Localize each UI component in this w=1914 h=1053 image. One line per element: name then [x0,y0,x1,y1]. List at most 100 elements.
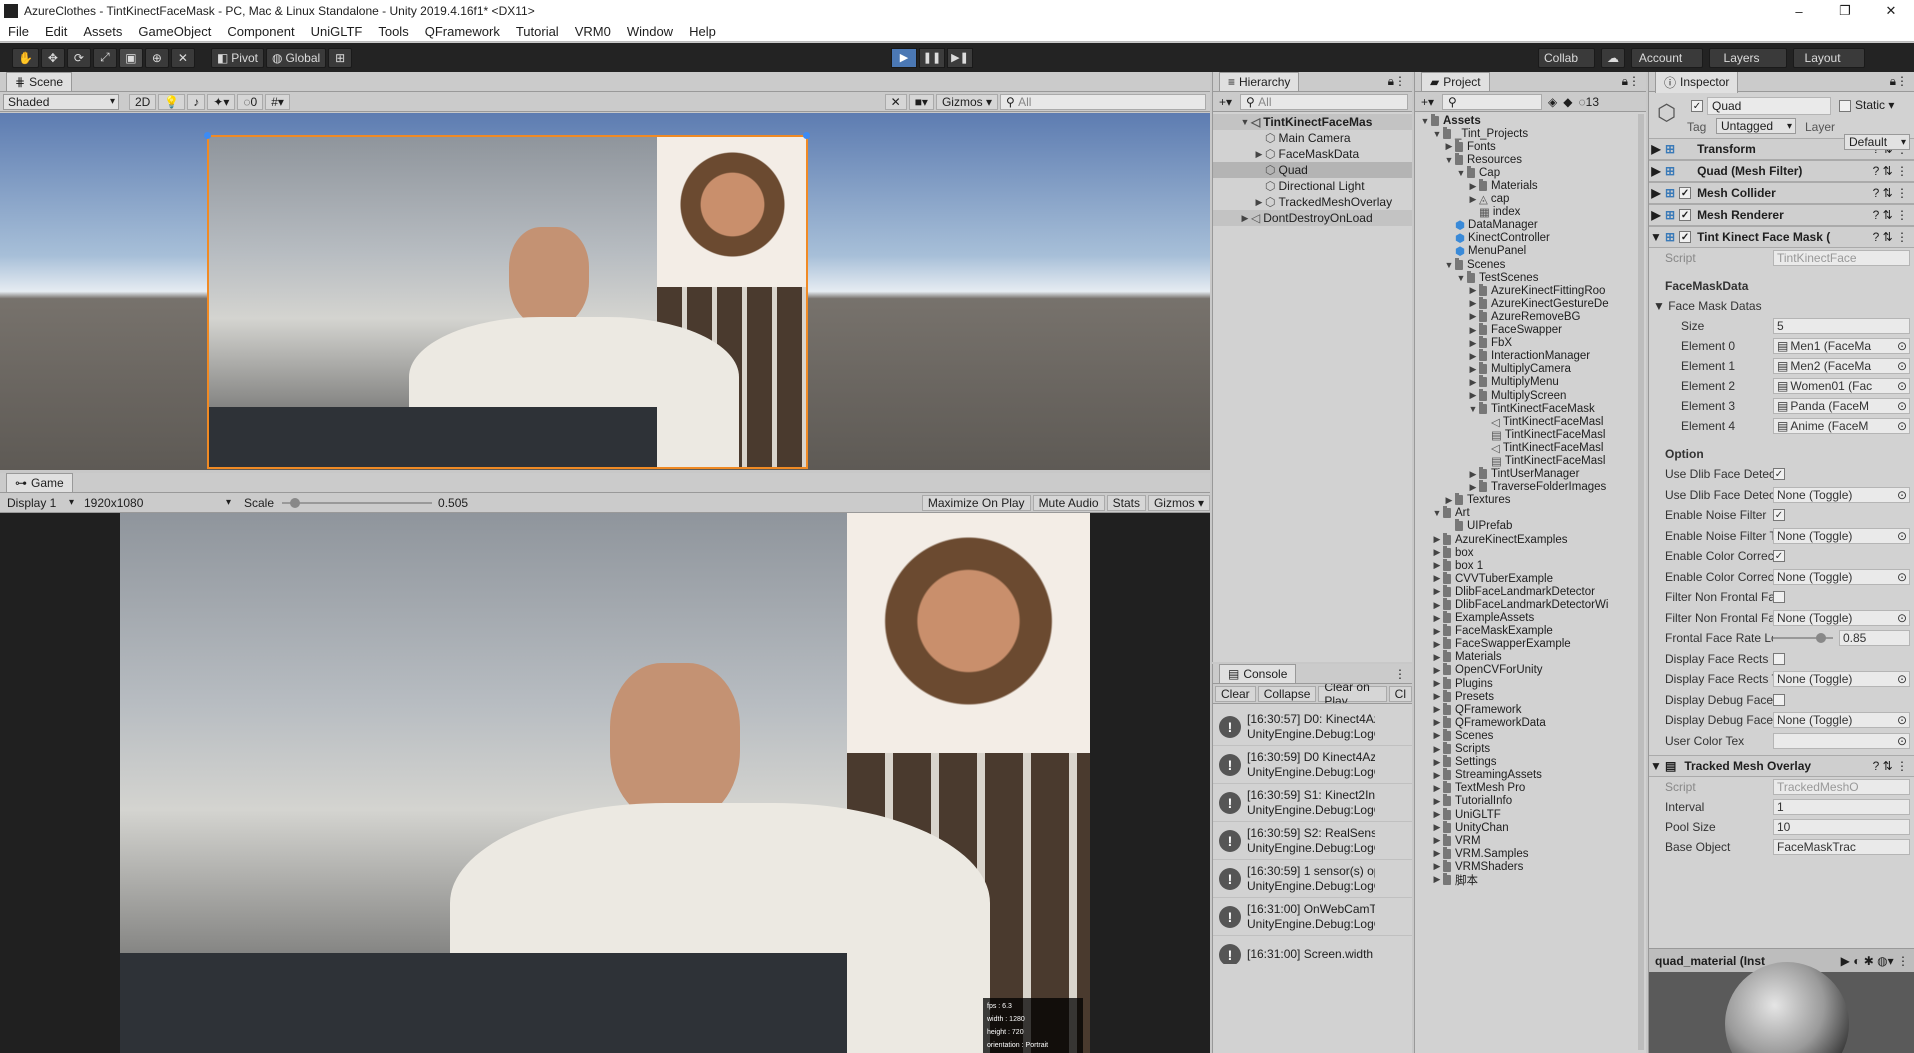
expand-arrow-icon[interactable]: ▼ [1431,129,1443,139]
filter-label-icon[interactable]: ◆ [1563,95,1572,109]
mute-audio-toggle[interactable]: Mute Audio [1032,494,1105,511]
tracked-field[interactable]: FaceMaskTrac [1773,839,1910,855]
minimize-button[interactable]: – [1776,0,1822,22]
2d-toggle[interactable]: 2D [129,93,157,110]
expand-arrow-icon[interactable]: ▶ [1467,482,1479,493]
more-icon[interactable]: ⋮ [1394,667,1406,681]
expand-arrow-icon[interactable]: ▶ [1467,194,1479,205]
project-item[interactable]: ▶ Scenes [1415,728,1646,742]
object-picker-icon[interactable]: ⊙ [1897,339,1907,353]
option-checkbox[interactable]: ✓ [1773,550,1785,563]
element-object-field[interactable]: ▤ Men2 (FaceMa ⊙ [1773,358,1910,374]
script-field[interactable]: TintKinectFace [1773,250,1910,266]
tracked-field[interactable]: 1 [1773,799,1910,815]
clear-on-build-toggle[interactable]: Cl [1388,685,1412,702]
custom-tool-icon[interactable]: ✕ [170,47,195,68]
project-item[interactable]: ▶ FbX [1415,336,1646,350]
expand-arrow-icon[interactable]: ▶ [1431,874,1443,885]
static-checkbox[interactable] [1839,100,1851,112]
log-entry[interactable]: ! [16:30:57] D0: Kinect4Az UnityEngine.Deb… [1213,708,1412,746]
project-item[interactable]: ▼ Resources [1415,152,1646,166]
component-menu-icon[interactable]: ? ⇅ ⋮ [1873,230,1908,244]
foldout-arrow-icon[interactable]: ▼ [1649,230,1663,244]
object-picker-icon[interactable]: ⊙ [1897,488,1907,502]
rotate-tool-icon[interactable]: ⟳ [66,47,91,68]
project-item[interactable]: ▶ box [1415,545,1646,559]
slider-thumb[interactable] [1815,633,1826,644]
log-entry[interactable]: ! [16:31:00] Screen.width 19 [1213,936,1412,964]
project-item[interactable]: ▶ Plugins [1415,676,1646,690]
grid-toggle-icon[interactable]: #▾ [265,93,290,110]
expand-arrow-icon[interactable]: ▶ [1431,547,1443,558]
menu-window[interactable]: Window [619,24,681,39]
project-item[interactable]: ▶ 脚本 [1415,872,1646,887]
expand-arrow-icon[interactable]: ▶ [1431,757,1443,768]
project-item[interactable]: ▦ index [1415,206,1646,219]
project-item[interactable]: ▼ Cap [1415,165,1646,179]
project-item[interactable]: ▶ DlibFaceLandmarkDetectorWi [1415,598,1646,611]
cloud-icon[interactable]: ☁ [1601,47,1626,68]
hand-tool-icon[interactable]: ✋ [12,47,39,68]
project-item[interactable]: ▶ ExampleAssets [1415,611,1646,625]
option-object-field[interactable]: None (Toggle) ⊙ [1773,671,1910,688]
option-object-field[interactable]: ⊙ [1773,732,1910,749]
project-item[interactable]: ▼ Art [1415,506,1646,520]
expand-arrow-icon[interactable]: ▶ [1431,652,1443,663]
project-item[interactable]: ▶ InteractionManager [1415,349,1646,363]
expand-arrow-icon[interactable]: ▼ [1467,404,1479,414]
expand-arrow-icon[interactable]: ▶ [1467,338,1479,349]
tab-scene[interactable]: ⋕ Scene [6,72,73,91]
log-entry[interactable]: ! [16:30:59] 1 sensor(s) operUnityEngine.… [1213,860,1412,898]
object-picker-icon[interactable]: ⊙ [1897,359,1907,373]
clear-on-play-toggle[interactable]: Clear on Play [1318,684,1387,703]
project-item[interactable]: ⬢ MenuPanel [1415,245,1646,258]
expand-arrow-icon[interactable]: ▶ [1431,704,1443,715]
expand-arrow-icon[interactable]: ▶ [1431,744,1443,755]
maximize-on-play-toggle[interactable]: Maximize On Play [921,494,1031,511]
expand-arrow-icon[interactable]: ▶ [1431,809,1443,820]
expand-arrow-icon[interactable]: ▶ [1253,149,1265,160]
project-item[interactable]: ▶ DlibFaceLandmarkDetector [1415,584,1646,598]
object-name-field[interactable]: Quad [1707,97,1831,115]
collab-dropdown[interactable]: Collab [1538,47,1596,68]
scene-gizmos-dropdown[interactable]: Gizmos ▾ [935,93,998,110]
object-picker-icon[interactable]: ⊙ [1897,379,1907,393]
menu-assets[interactable]: Assets [75,24,130,39]
expand-arrow-icon[interactable]: ▼ [1443,155,1455,165]
project-item[interactable]: ▶ VRM [1415,833,1646,847]
component-menu-icon[interactable]: ? ⇅ ⋮ [1873,186,1908,200]
option-checkbox[interactable] [1773,693,1785,706]
transform-tool-icon[interactable]: ⊕ [144,47,169,68]
project-item[interactable]: ▶ AzureRemoveBG [1415,309,1646,323]
layer-dropdown[interactable]: Default [1844,134,1910,150]
object-picker-icon[interactable]: ⊙ [1897,529,1907,543]
expand-arrow-icon[interactable]: ▼ [1431,508,1443,518]
element-object-field[interactable]: ▤ Women01 (Fac ⊙ [1773,378,1910,394]
hidden-packages-icon[interactable]: ◌13 [1579,95,1600,109]
component-enabled-checkbox[interactable]: ✓ [1679,209,1692,221]
component-enabled-checkbox[interactable]: ✓ [1679,231,1692,243]
scene-search-input[interactable]: ⚲ All [1000,93,1206,110]
expand-arrow-icon[interactable]: ▶ [1467,390,1479,401]
scene-viewport[interactable] [0,113,1210,470]
project-item[interactable]: ⬢ KinectController [1415,232,1646,245]
expand-arrow-icon[interactable]: ▶ [1431,770,1443,781]
pivot-toggle[interactable]: ◧ Pivot [210,47,264,68]
component-menu-icon[interactable]: ? ⇅ ⋮ [1873,164,1908,178]
menu-tutorial[interactable]: Tutorial [508,24,567,39]
resolution-dropdown[interactable]: 1920x1080 [80,495,234,511]
hierarchy-search-input[interactable]: ⚲ All [1240,93,1408,110]
expand-arrow-icon[interactable]: ▶ [1431,861,1443,872]
expand-arrow-icon[interactable]: ▶ [1467,469,1479,480]
project-item[interactable]: ▤ TintKinectFaceMasl [1415,428,1646,442]
expand-arrow-icon[interactable]: ▶ [1467,311,1479,322]
component-menu-icon[interactable]: ? ⇅ ⋮ [1873,208,1908,222]
pause-button[interactable]: ❚❚ [919,47,945,68]
hidden-objects-icon[interactable]: ◌ 0 [237,93,264,110]
tracked-field[interactable]: 10 [1773,819,1910,835]
add-icon[interactable]: +▾ [1219,95,1232,109]
menu-qframework[interactable]: QFramework [417,24,508,39]
project-item[interactable]: ▶ FaceMaskExample [1415,624,1646,638]
scale-slider[interactable] [282,497,433,509]
expand-arrow-icon[interactable]: ▶ [1467,285,1479,296]
